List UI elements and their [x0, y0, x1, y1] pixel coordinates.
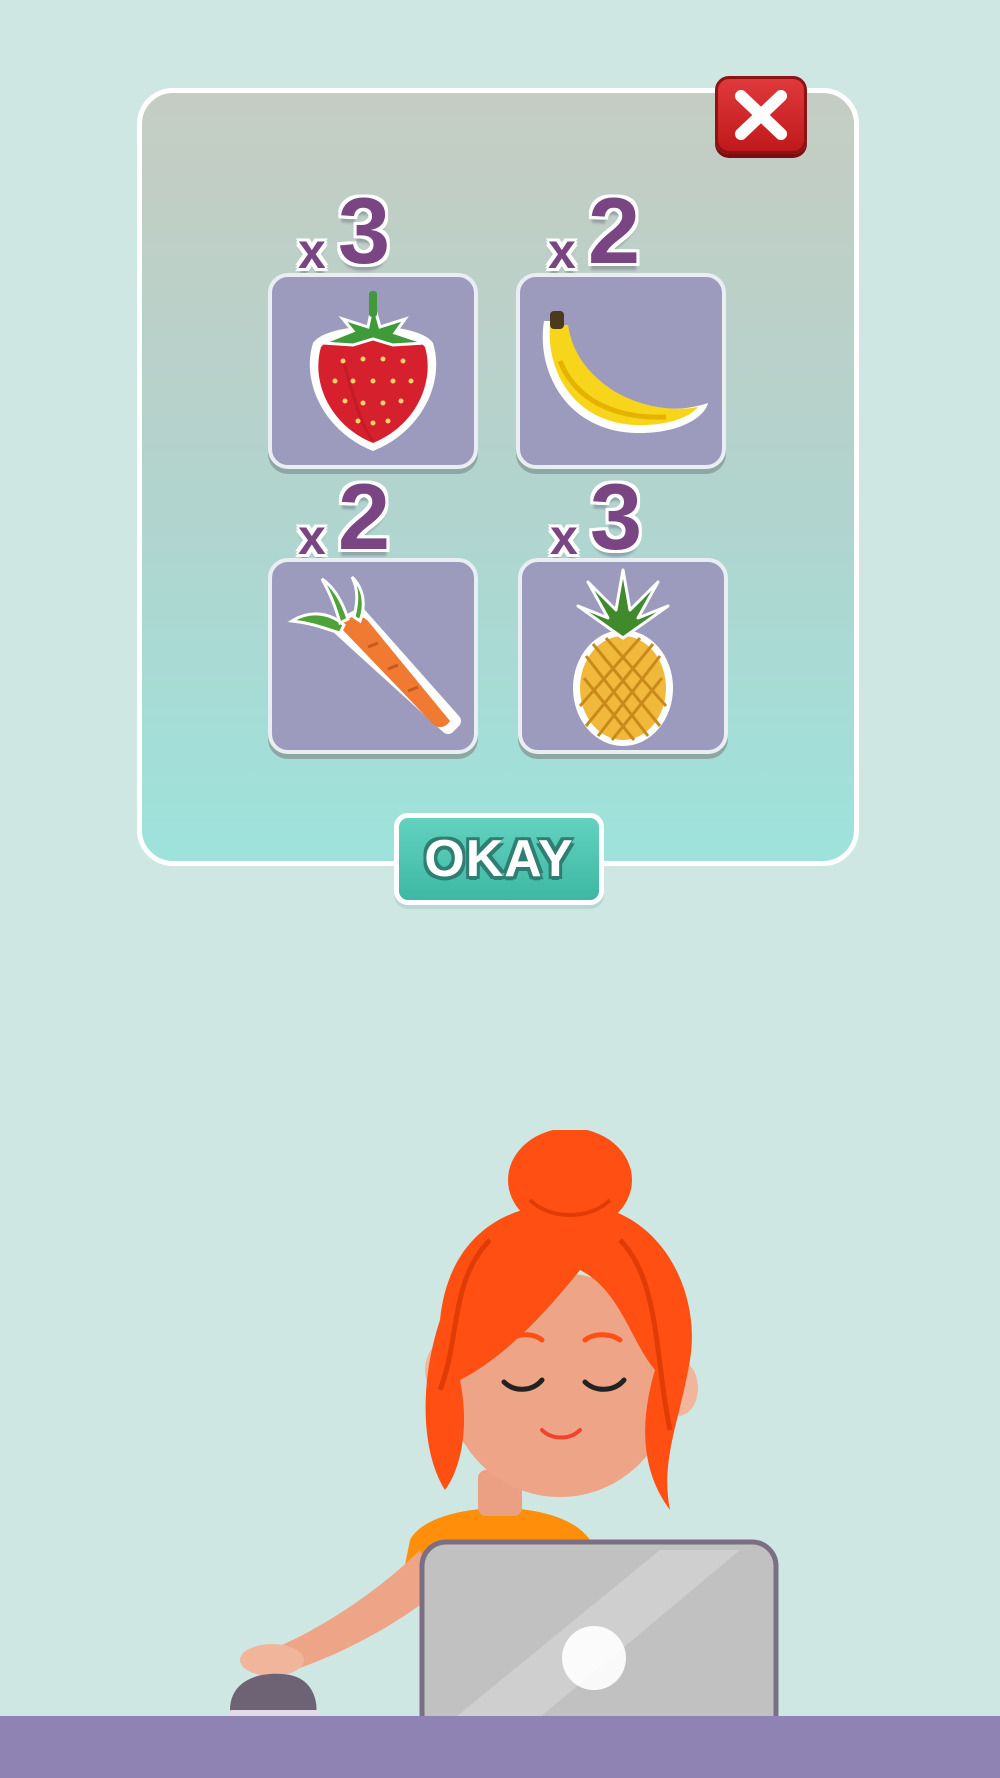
item-quantity: x 3 [298, 178, 391, 283]
character-illustration [228, 1130, 779, 1750]
close-x-icon [735, 90, 787, 140]
computer-mouse [230, 1673, 317, 1715]
order-dialog-panel [137, 88, 859, 866]
carrot-icon [287, 575, 461, 734]
desk-surface [0, 1716, 1000, 1778]
item-tile-pineapple [518, 558, 728, 754]
strawberry-icon [309, 291, 437, 451]
close-button[interactable] [715, 76, 807, 154]
okay-button[interactable]: OKAY [394, 813, 604, 905]
banana-icon [542, 311, 708, 434]
item-quantity: x 2 [548, 178, 641, 283]
item-tile-banana [516, 273, 726, 469]
item-quantity: x 2 [298, 464, 391, 569]
pineapple-icon [573, 568, 673, 746]
item-tile-carrot [268, 558, 478, 754]
item-tile-strawberry [268, 273, 478, 469]
item-quantity: x 3 [550, 464, 643, 569]
